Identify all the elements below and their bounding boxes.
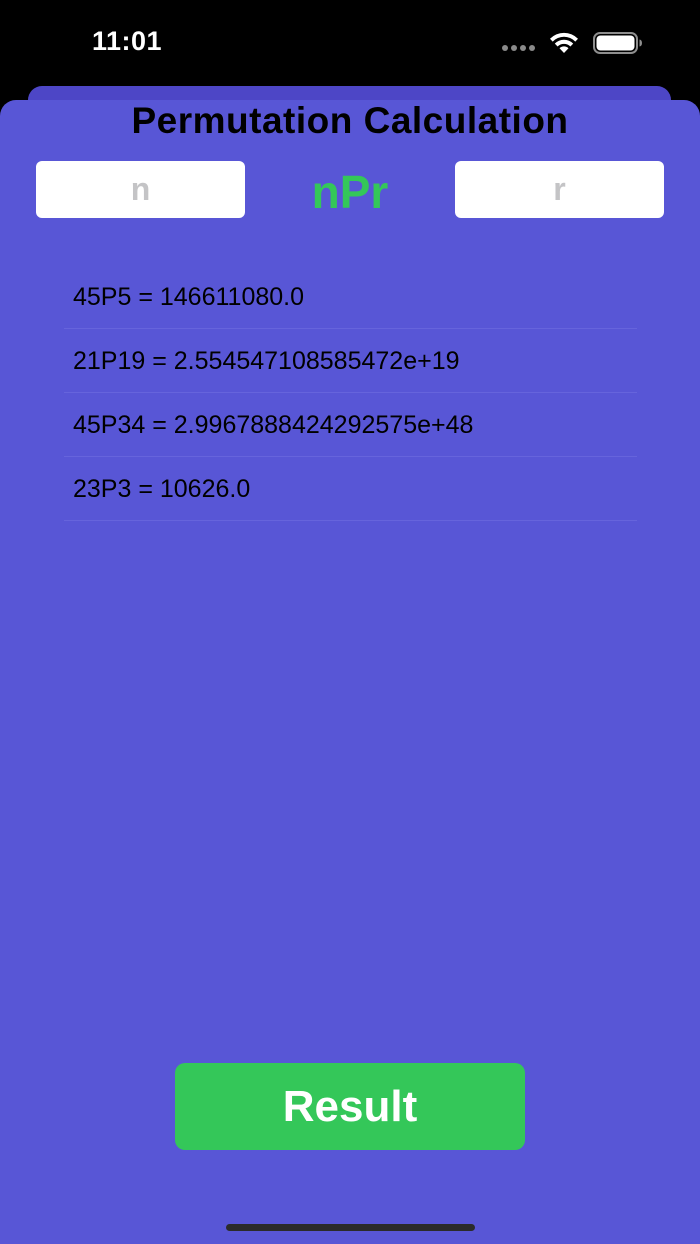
history-row[interactable]: 23P3 = 10626.0 [64, 457, 637, 521]
n-input[interactable] [36, 161, 245, 218]
history-row-text: 23P3 = 10626.0 [73, 475, 251, 503]
cellular-signal-icon [502, 45, 536, 51]
history-row[interactable]: 45P5 = 146611080.0 [64, 265, 637, 329]
result-button[interactable]: Result [175, 1063, 525, 1150]
history-row[interactable]: 21P19 = 2.554547108585472e+19 [64, 329, 637, 393]
history-row-text: 45P34 = 2.9967888424292575e+48 [73, 411, 474, 439]
npr-operator-label: nPr [311, 166, 389, 218]
r-input[interactable] [455, 161, 664, 218]
history-list: 45P5 = 146611080.0 21P19 = 2.55454710858… [64, 265, 637, 521]
battery-icon [593, 32, 642, 54]
history-row[interactable]: 45P34 = 2.9967888424292575e+48 [64, 393, 637, 457]
home-indicator [226, 1224, 475, 1231]
status-bar: 11:01 [0, 0, 700, 86]
history-row-text: 45P5 = 146611080.0 [73, 283, 305, 311]
wifi-icon [550, 32, 578, 53]
app-screen: 11:01 Permutation Calculation nPr 45P5 =… [0, 0, 700, 1244]
page-title: Permutation Calculation [131, 100, 569, 141]
history-row-text: 21P19 = 2.554547108585472e+19 [73, 347, 460, 375]
status-time: 11:01 [92, 26, 163, 56]
